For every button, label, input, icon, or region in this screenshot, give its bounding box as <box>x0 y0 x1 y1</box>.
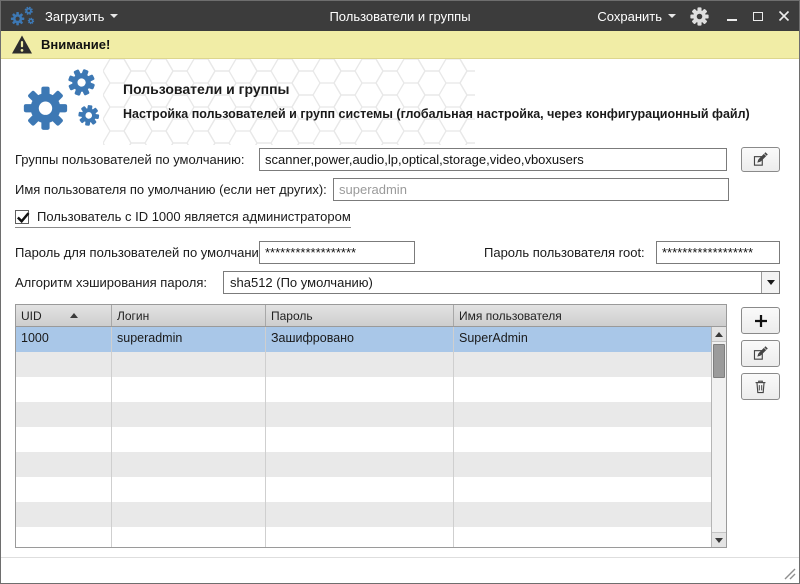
table-empty-row <box>16 477 711 502</box>
close-icon <box>778 10 790 22</box>
edit-pencil-icon <box>752 151 769 168</box>
page-subtitle: Настройка пользователей и групп системы … <box>123 107 783 121</box>
triangle-up-icon <box>715 332 723 337</box>
column-header-uid[interactable]: UID <box>16 305 112 326</box>
edit-pencil-icon <box>752 345 769 362</box>
admin-checkbox-row[interactable]: Пользователь с ID 1000 является админист… <box>15 209 351 228</box>
default-password-label: Пароль для пользователей по умолчанию: <box>15 245 272 260</box>
trash-icon <box>752 378 769 395</box>
scrollbar-thumb[interactable] <box>713 344 725 378</box>
admin-checkbox[interactable] <box>15 210 29 224</box>
default-password-input[interactable] <box>259 241 415 264</box>
hash-algorithm-label: Алгоритм хэширования пароля: <box>15 275 207 290</box>
cell-password: Зашифровано <box>266 327 454 352</box>
settings-gear-button[interactable] <box>690 7 709 26</box>
warning-text: Внимание! <box>41 37 110 52</box>
table-scrollbar[interactable] <box>711 327 726 547</box>
admin-checkbox-label[interactable]: Пользователь с ID 1000 является админист… <box>37 209 351 224</box>
save-menu-label: Сохранить <box>597 9 662 24</box>
table-header: UID Логин Пароль Имя пользователя <box>16 305 726 327</box>
checkmark-icon <box>16 210 31 225</box>
close-button[interactable] <box>777 9 791 23</box>
page-header: Пользователи и группы Настройка пользова… <box>1 59 800 147</box>
column-header-login[interactable]: Логин <box>112 305 266 326</box>
table-empty-row <box>16 452 711 477</box>
default-username-label: Имя пользователя по умолчанию (если нет … <box>15 182 327 197</box>
table-empty-row <box>16 427 711 452</box>
default-groups-input[interactable] <box>259 148 727 171</box>
status-bar <box>1 557 799 583</box>
cell-login: superadmin <box>112 327 266 352</box>
cell-name: SuperAdmin <box>454 327 711 352</box>
warning-banner: Внимание! <box>1 31 799 59</box>
root-password-input[interactable] <box>656 241 780 264</box>
warning-icon <box>11 34 33 55</box>
maximize-button[interactable] <box>751 9 765 23</box>
add-user-button[interactable] <box>741 307 780 334</box>
chevron-down-icon <box>767 280 775 285</box>
table-empty-row <box>16 502 711 527</box>
delete-user-button[interactable] <box>741 373 780 400</box>
users-groups-gears-icon <box>17 67 109 135</box>
load-menu-label: Загрузить <box>45 9 104 24</box>
resize-grip[interactable] <box>783 567 796 580</box>
root-password-label: Пароль пользователя root: <box>484 245 645 260</box>
chevron-down-icon <box>110 14 118 18</box>
default-username-input[interactable] <box>333 178 729 201</box>
app-window: Загрузить Пользователи и группы Сохранит… <box>0 0 800 584</box>
table-empty-row <box>16 352 711 377</box>
load-menu-button[interactable]: Загрузить <box>45 9 118 24</box>
table-empty-row <box>16 377 711 402</box>
scroll-up-button[interactable] <box>712 327 726 342</box>
column-header-name[interactable]: Имя пользователя <box>454 305 726 326</box>
edit-groups-button[interactable] <box>741 147 780 172</box>
scroll-down-button[interactable] <box>712 532 726 547</box>
hexagon-pattern <box>103 59 475 145</box>
titlebar[interactable]: Загрузить Пользователи и группы Сохранит… <box>1 1 799 31</box>
column-header-password[interactable]: Пароль <box>266 305 454 326</box>
table-empty-row <box>16 402 711 427</box>
chevron-down-icon <box>668 14 676 18</box>
app-gears-icon <box>9 6 37 27</box>
save-menu-button[interactable]: Сохранить <box>597 9 676 24</box>
page-title: Пользователи и группы <box>123 81 290 97</box>
edit-user-button[interactable] <box>741 340 780 367</box>
hash-algorithm-select[interactable]: sha512 (По умолчанию) <box>223 271 780 294</box>
sort-ascending-icon <box>70 313 78 318</box>
default-groups-label: Группы пользователей по умолчанию: <box>15 152 245 167</box>
combo-arrow-button[interactable] <box>761 272 779 293</box>
users-table: UID Логин Пароль Имя пользователя 1000 s… <box>15 304 727 548</box>
table-body: 1000 superadmin Зашифровано SuperAdmin <box>16 327 711 547</box>
table-empty-row <box>16 527 711 547</box>
table-row-selected[interactable]: 1000 superadmin Зашифровано SuperAdmin <box>16 327 711 352</box>
plus-icon <box>752 312 770 330</box>
minimize-button[interactable] <box>725 9 739 23</box>
triangle-down-icon <box>715 538 723 543</box>
cell-uid: 1000 <box>16 327 112 352</box>
hash-algorithm-value: sha512 (По умолчанию) <box>224 275 761 290</box>
